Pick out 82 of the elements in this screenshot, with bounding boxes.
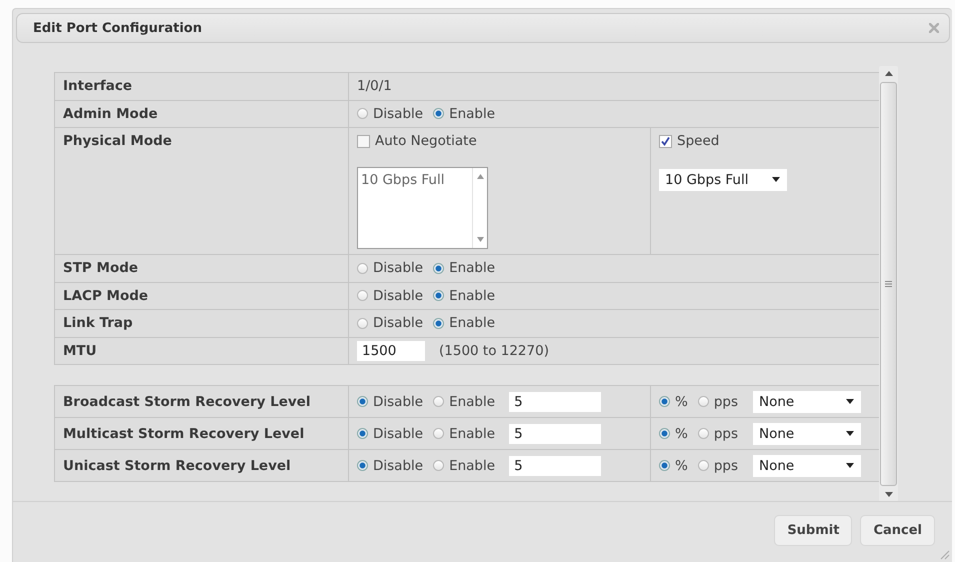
submit-button[interactable]: Submit (774, 515, 852, 546)
caret-icon (846, 463, 854, 468)
radio-button[interactable] (357, 396, 368, 407)
level-field[interactable]: 5 (509, 424, 602, 444)
radio-label: Enable (449, 394, 496, 410)
radio-button[interactable] (357, 108, 368, 120)
radio-label: Disable (373, 106, 424, 122)
checkbox[interactable] (357, 134, 370, 148)
caret-icon (846, 431, 854, 436)
radio-button[interactable] (357, 428, 368, 439)
radio-label: Disable (373, 260, 424, 276)
scroll-up-icon[interactable] (476, 174, 484, 178)
radio-label: Enable (449, 260, 496, 276)
grip-icon (885, 281, 892, 287)
scroll-up-icon[interactable] (884, 71, 892, 76)
radio-label: % (675, 394, 688, 410)
mtu-field[interactable]: 1500 (357, 340, 425, 361)
radio-label: pps (714, 426, 738, 442)
radio-label: pps (714, 394, 738, 410)
field-label: Unicast Storm Recovery Level (63, 458, 291, 474)
radio-button[interactable] (357, 460, 368, 471)
field-label: Link Trap (63, 315, 133, 332)
resize-grip-icon[interactable] (938, 548, 950, 560)
radio-label: Disable (373, 315, 424, 332)
window-title: Edit Port Configuration (33, 20, 202, 36)
radio-button[interactable] (433, 396, 444, 407)
radio-label: Enable (449, 458, 496, 474)
radio-label: Enable (449, 288, 496, 304)
radio-label: Disable (373, 458, 424, 474)
radio-label: % (675, 458, 688, 474)
field-label: STP Mode (63, 260, 138, 276)
radio-label: Disable (373, 394, 424, 410)
radio-label: Enable (449, 426, 496, 442)
field-label: Broadcast Storm Recovery Level (63, 394, 310, 410)
radio-button[interactable] (659, 428, 670, 439)
field-label: LACP Mode (63, 288, 148, 304)
range-hint: (1500 to 12270) (439, 342, 549, 359)
scroll-down-icon[interactable] (476, 236, 484, 242)
caret-icon (846, 399, 854, 404)
radio-label: Disable (373, 426, 424, 442)
radio-button[interactable] (433, 290, 444, 302)
scroll-thumb[interactable] (880, 82, 897, 486)
radio-button[interactable] (433, 460, 444, 471)
radio-button[interactable] (659, 396, 670, 407)
radio-button[interactable] (659, 460, 670, 471)
radio-button[interactable] (357, 262, 368, 274)
field-value: 1/0/1 (357, 78, 392, 94)
action-select[interactable]: None (753, 390, 862, 412)
close-icon[interactable] (929, 23, 939, 33)
action-select[interactable]: None (753, 454, 862, 476)
scroll-down-icon[interactable] (884, 492, 892, 497)
list-box[interactable]: 10 Gbps Full (357, 166, 488, 248)
caret-icon (772, 177, 780, 182)
radio-label: pps (714, 458, 738, 474)
cancel-button[interactable]: Cancel (860, 515, 935, 546)
radio-label: % (675, 426, 688, 442)
action-select[interactable]: None (753, 422, 862, 444)
radio-button[interactable] (433, 428, 444, 439)
radio-button[interactable] (357, 290, 368, 302)
field-label: MTU (63, 342, 97, 359)
radio-button[interactable] (433, 262, 444, 274)
radio-button[interactable] (433, 318, 444, 329)
checkbox[interactable] (659, 134, 672, 148)
field-label: Physical Mode (63, 133, 172, 149)
field-label: Interface (63, 78, 132, 94)
level-field[interactable]: 5 (509, 456, 602, 476)
checkbox-label: Auto Negotiate (375, 133, 477, 149)
radio-label: Disable (373, 288, 424, 304)
field-label: Multicast Storm Recovery Level (63, 426, 304, 442)
list-item[interactable]: 10 Gbps Full (361, 172, 444, 188)
level-field[interactable]: 5 (509, 392, 602, 412)
scrollbar[interactable] (879, 66, 898, 502)
radio-button[interactable] (357, 318, 368, 329)
field-label: Admin Mode (63, 106, 158, 122)
radio-label: Enable (449, 315, 496, 332)
radio-button[interactable] (433, 108, 444, 120)
radio-button[interactable] (698, 460, 709, 471)
checkbox-label: Speed (677, 133, 720, 149)
radio-button[interactable] (698, 428, 709, 439)
speed-select[interactable]: 10 Gbps Full (659, 168, 787, 190)
radio-label: Enable (449, 106, 496, 122)
radio-button[interactable] (698, 396, 709, 407)
